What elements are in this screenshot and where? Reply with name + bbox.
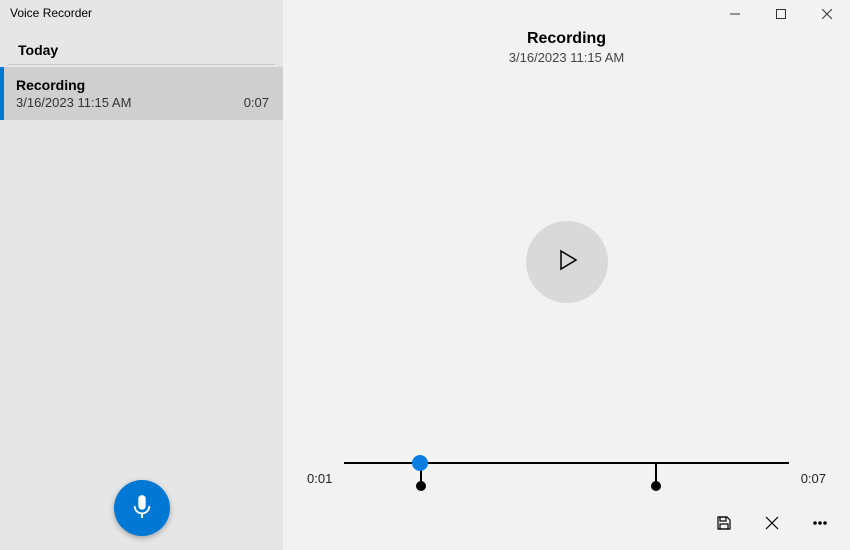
window-controls (712, 0, 850, 30)
play-icon (555, 248, 579, 275)
current-time: 0:01 (307, 471, 332, 486)
recording-item-datetime: 3/16/2023 11:15 AM (16, 95, 131, 110)
bottom-action-bar (283, 508, 850, 550)
more-icon (812, 515, 828, 536)
delete-button[interactable] (752, 508, 792, 542)
recording-list-item[interactable]: Recording 3/16/2023 11:15 AM 0:07 (0, 67, 283, 120)
sidebar: Voice Recorder Today Recording 3/16/2023… (0, 0, 283, 550)
seek-handle[interactable] (412, 455, 428, 471)
play-area (283, 65, 850, 458)
recording-header: Recording 3/16/2023 11:15 AM (283, 30, 850, 65)
save-button[interactable] (704, 508, 744, 542)
x-icon (764, 515, 780, 536)
recording-item-duration: 0:07 (244, 95, 269, 110)
recording-datetime: 3/16/2023 11:15 AM (283, 50, 850, 65)
close-icon (822, 6, 832, 24)
marker-2[interactable] (655, 463, 657, 485)
timeline: 0:01 0:07 (307, 458, 826, 498)
timeline-area: 0:01 0:07 (283, 458, 850, 508)
close-window-button[interactable] (804, 0, 850, 30)
more-button[interactable] (800, 508, 840, 542)
total-time: 0:07 (801, 471, 826, 486)
section-header-today: Today (8, 24, 275, 65)
save-icon (716, 515, 732, 536)
microphone-icon (131, 494, 153, 523)
main-panel: Recording 3/16/2023 11:15 AM 0:01 0:07 (283, 0, 850, 550)
recording-item-title: Recording (16, 77, 269, 93)
maximize-icon (776, 6, 786, 24)
play-button[interactable] (526, 221, 608, 303)
maximize-button[interactable] (758, 0, 804, 30)
app-title: Voice Recorder (0, 0, 283, 24)
seek-track[interactable] (344, 458, 788, 498)
recording-item-meta: 3/16/2023 11:15 AM 0:07 (16, 95, 269, 110)
minimize-icon (730, 6, 740, 24)
recording-title: Recording (283, 30, 850, 48)
minimize-button[interactable] (712, 0, 758, 30)
record-button[interactable] (114, 480, 170, 536)
app-window: Voice Recorder Today Recording 3/16/2023… (0, 0, 850, 550)
